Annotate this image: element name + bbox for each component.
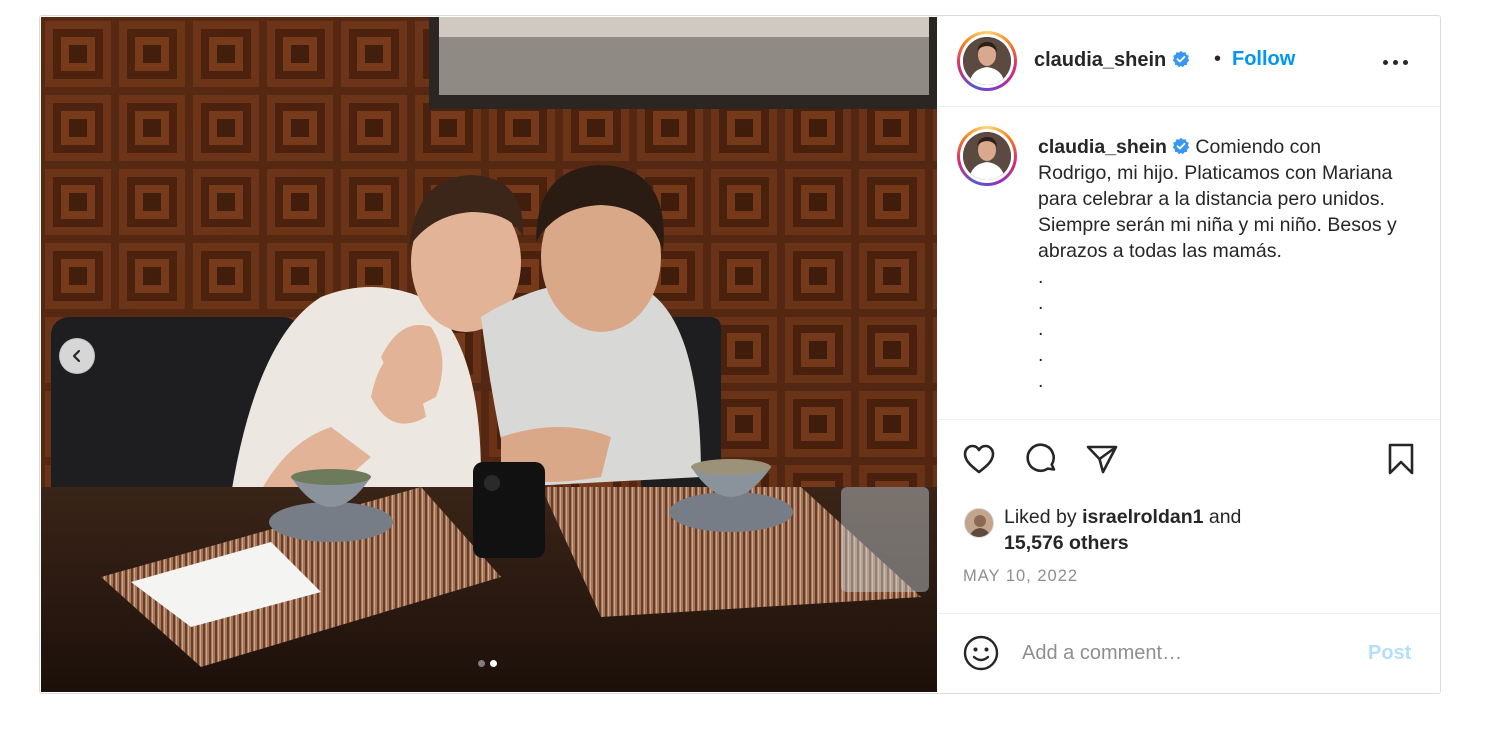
caption: claudia_shein Comiendo con Rodrigo, mi h… xyxy=(1038,134,1398,394)
post-date[interactable]: MAY 10, 2022 xyxy=(963,567,1078,586)
bookmark-icon xyxy=(1388,443,1414,475)
avatar xyxy=(963,37,1011,85)
photo-scene xyxy=(41,17,937,692)
comment-input[interactable] xyxy=(1022,636,1352,670)
caption-area: claudia_shein Comiendo con Rodrigo, mi h… xyxy=(938,108,1440,420)
username-text: claudia_shein xyxy=(1034,49,1167,71)
follow-button[interactable]: Follow xyxy=(1232,48,1295,71)
emoji-button[interactable] xyxy=(962,634,1000,672)
verified-badge-icon xyxy=(1173,50,1190,68)
verified-badge-icon xyxy=(1172,137,1190,155)
carousel-dot-1 xyxy=(478,660,485,667)
comment-bar: Post xyxy=(938,613,1440,693)
post-side-panel: claudia_shein • Follow claudia_shein Com… xyxy=(938,16,1440,693)
like-button[interactable] xyxy=(960,440,998,478)
likes-summary: Liked by israelroldan1 and 15,576 others xyxy=(964,504,1424,560)
caption-avatar[interactable] xyxy=(957,126,1017,186)
liker-avatar[interactable] xyxy=(964,508,994,538)
action-bar xyxy=(938,440,1440,484)
username-link[interactable]: claudia_shein xyxy=(1034,49,1190,72)
post-comment-button[interactable]: Post xyxy=(1368,642,1411,665)
save-button[interactable] xyxy=(1382,440,1420,478)
more-options-icon[interactable] xyxy=(1383,55,1413,69)
post-header: claudia_shein • Follow xyxy=(938,16,1440,107)
carousel-prev-button[interactable] xyxy=(59,338,95,374)
emoji-icon xyxy=(963,635,999,671)
chevron-left-icon xyxy=(72,349,81,363)
carousel-indicator xyxy=(478,660,497,667)
likes-text: Liked by israelroldan1 and 15,576 others xyxy=(1004,506,1242,554)
carousel-dot-2 xyxy=(490,660,497,667)
liked-by-user-link[interactable]: israelroldan1 xyxy=(1082,506,1203,528)
separator-dot: • xyxy=(1214,48,1222,70)
caption-username[interactable]: claudia_shein xyxy=(1038,136,1167,158)
avatar xyxy=(963,132,1011,180)
comment-icon xyxy=(1026,443,1056,472)
comment-button[interactable] xyxy=(1022,440,1060,478)
caption-body: Comiendo con Rodrigo, mi hijo. Platicamo… xyxy=(1038,136,1397,392)
story-ring-avatar[interactable] xyxy=(957,31,1017,91)
instagram-post: claudia_shein • Follow claudia_shein Com… xyxy=(39,15,1441,694)
share-icon xyxy=(1086,445,1118,474)
post-photo[interactable] xyxy=(41,17,937,692)
heart-icon xyxy=(963,444,995,474)
share-button[interactable] xyxy=(1083,440,1121,478)
likes-count-link[interactable]: 15,576 others xyxy=(1004,532,1129,554)
